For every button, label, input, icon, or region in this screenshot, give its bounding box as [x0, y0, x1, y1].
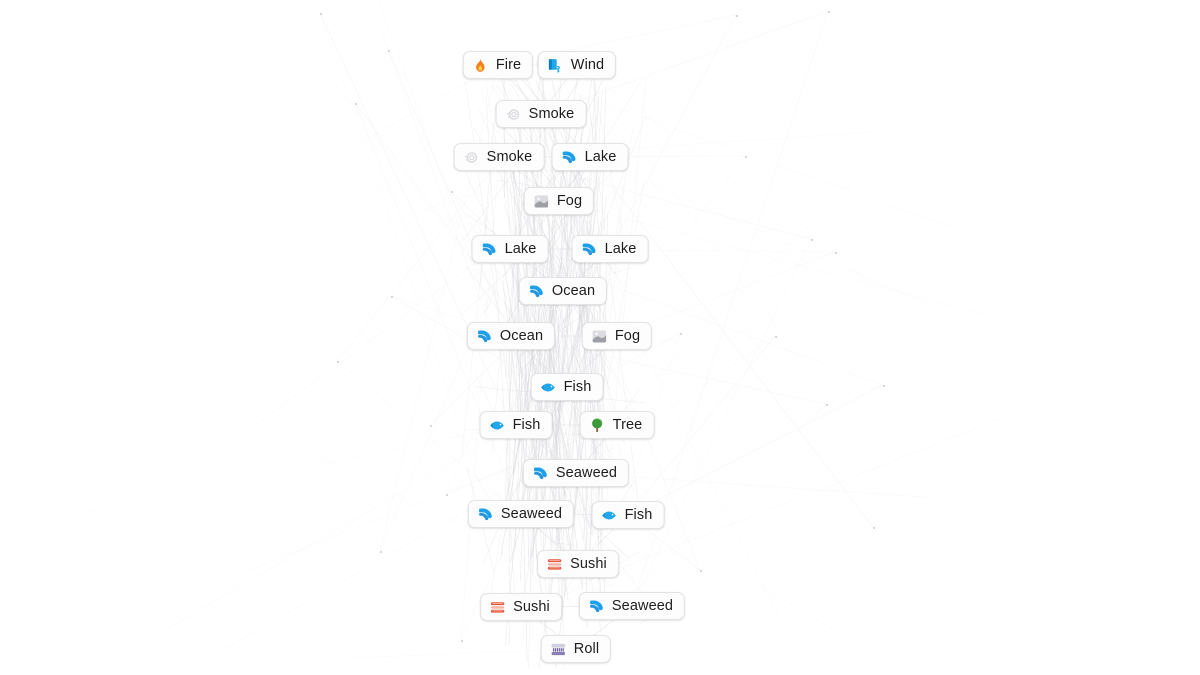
element-node-label: Seaweed: [500, 505, 563, 522]
graph-endpoint-dot: [380, 551, 382, 553]
element-node-sushi1[interactable]: Sushi: [537, 550, 619, 578]
element-node-label: Smoke: [486, 148, 533, 165]
fish-icon: [601, 507, 618, 524]
element-node-roll1[interactable]: Roll: [540, 635, 612, 663]
water-icon: [476, 328, 493, 345]
graph-endpoint-dot: [388, 50, 390, 52]
graph-endpoint-dot: [700, 570, 702, 572]
element-node-tree1[interactable]: Tree: [579, 411, 655, 439]
element-node-smoke2[interactable]: Smoke: [453, 143, 545, 171]
graph-endpoint-dot: [451, 191, 453, 193]
smoke-icon: [505, 106, 522, 123]
tree-icon: [589, 417, 606, 434]
element-node-label: Fish: [512, 416, 541, 433]
graph-endpoint-dot: [873, 527, 875, 529]
element-node-label: Seaweed: [611, 597, 674, 614]
water-icon: [528, 283, 545, 300]
element-node-label: Seaweed: [555, 464, 618, 481]
water-icon: [477, 506, 494, 523]
graph-endpoint-dot: [775, 336, 777, 338]
element-node-label: Smoke: [528, 105, 575, 122]
element-node-seaweed1[interactable]: Seaweed: [522, 459, 630, 487]
sushi-icon: [489, 599, 506, 616]
element-node-fog1[interactable]: Fog: [523, 187, 595, 215]
fish-icon: [540, 379, 557, 396]
element-node-label: Lake: [604, 240, 637, 257]
element-node-label: Sushi: [513, 598, 550, 615]
element-node-fish3[interactable]: Fish: [591, 501, 665, 529]
element-node-label: Ocean: [499, 327, 544, 344]
water-icon: [532, 465, 549, 482]
element-node-fish2[interactable]: Fish: [479, 411, 553, 439]
element-node-fire[interactable]: Fire: [462, 51, 534, 79]
graph-canvas[interactable]: Fire Wind Smoke Smoke Lake Fog Lake Lake Ocean Oc…: [0, 0, 1200, 675]
graph-endpoint-dot: [320, 13, 322, 15]
element-node-lake2[interactable]: Lake: [471, 235, 549, 263]
element-node-label: Tree: [612, 416, 643, 433]
water-icon: [561, 149, 578, 166]
graph-endpoint-dot: [337, 361, 339, 363]
fish-icon: [489, 417, 506, 434]
element-node-seaweed3[interactable]: Seaweed: [578, 592, 686, 620]
smoke-icon: [463, 149, 480, 166]
element-node-label: Wind: [570, 56, 605, 73]
element-node-wind[interactable]: Wind: [537, 51, 617, 79]
element-node-ocean2[interactable]: Ocean: [466, 322, 556, 350]
graph-endpoint-dot: [826, 404, 828, 406]
graph-endpoint-dot: [355, 103, 357, 105]
element-node-fog2[interactable]: Fog: [581, 322, 653, 350]
water-icon: [588, 598, 605, 615]
graph-endpoint-dot: [680, 333, 682, 335]
graph-endpoint-dot: [430, 425, 432, 427]
element-node-lake3[interactable]: Lake: [571, 235, 649, 263]
graph-endpoint-dot: [736, 15, 738, 17]
element-node-label: Sushi: [570, 555, 607, 572]
water-icon: [481, 241, 498, 258]
sushi-icon: [546, 556, 563, 573]
element-node-label: Lake: [584, 148, 617, 165]
water-icon: [581, 241, 598, 258]
fog-icon: [533, 193, 550, 210]
graph-endpoint-dot: [835, 252, 837, 254]
fire-icon: [472, 57, 489, 74]
graph-endpoint-dot: [828, 11, 830, 13]
element-node-ocean1[interactable]: Ocean: [518, 277, 608, 305]
element-node-lake1[interactable]: Lake: [551, 143, 629, 171]
wind-icon: [547, 57, 564, 74]
fog-icon: [591, 328, 608, 345]
element-node-label: Lake: [504, 240, 537, 257]
graph-endpoint-dot: [883, 385, 885, 387]
element-node-label: Fog: [556, 192, 583, 209]
graph-endpoint-dot: [391, 296, 393, 298]
element-node-label: Ocean: [551, 282, 596, 299]
element-node-fish1[interactable]: Fish: [530, 373, 604, 401]
graph-endpoint-dot: [446, 494, 448, 496]
element-node-smoke1[interactable]: Smoke: [495, 100, 587, 128]
element-node-seaweed2[interactable]: Seaweed: [467, 500, 575, 528]
graph-endpoint-dot: [745, 156, 747, 158]
roll-icon: [550, 641, 567, 658]
node-layer: Fire Wind Smoke Smoke Lake Fog Lake Lake Ocean Oc…: [0, 0, 1200, 675]
element-node-label: Fish: [624, 506, 653, 523]
element-node-label: Fish: [563, 378, 592, 395]
element-node-label: Roll: [573, 640, 600, 657]
graph-endpoint-dot: [461, 640, 463, 642]
graph-endpoint-dot: [811, 239, 813, 241]
element-node-label: Fire: [495, 56, 522, 73]
element-node-sushi2[interactable]: Sushi: [480, 593, 562, 621]
element-node-label: Fog: [614, 327, 641, 344]
